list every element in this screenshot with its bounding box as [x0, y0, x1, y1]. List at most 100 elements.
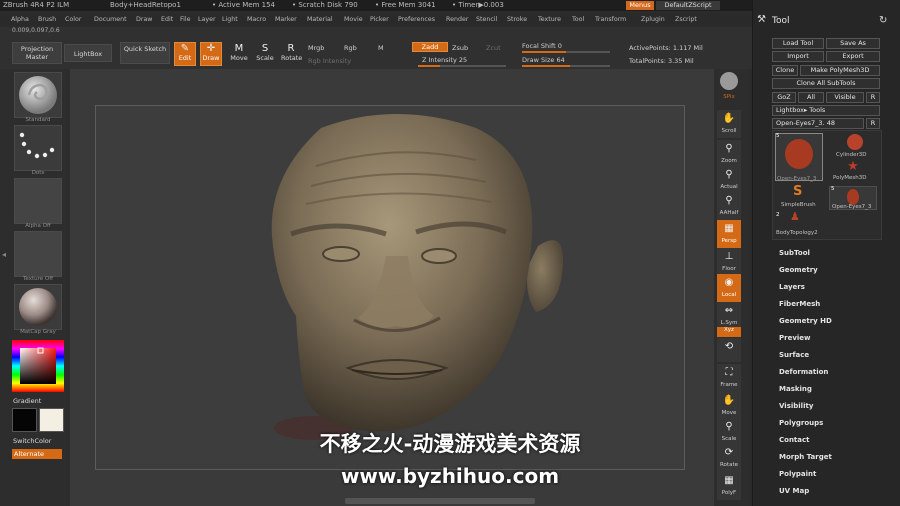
menu-macro[interactable]: Macro [247, 14, 266, 25]
all-button[interactable]: All [798, 92, 824, 103]
save-as-button[interactable]: Save As [826, 38, 880, 49]
default-zscript-button[interactable]: DefaultZScript [656, 1, 720, 10]
draw-size-slider[interactable]: Draw Size 64 [522, 56, 565, 64]
geometry-menu[interactable]: Geometry [779, 266, 818, 274]
menu-color[interactable]: Color [65, 14, 81, 25]
gradient-toggle[interactable]: Gradient [13, 397, 41, 405]
menu-texture[interactable]: Texture [538, 14, 561, 25]
draw-button[interactable]: ✛ Draw [200, 42, 222, 66]
menu-edit[interactable]: Edit [161, 14, 173, 25]
move-button[interactable]: M Move [228, 42, 250, 66]
collapse-left-arrow-icon[interactable]: ◂ [2, 250, 6, 259]
polymesh-star-icon[interactable]: ★ [843, 159, 863, 175]
current-tool-slider[interactable]: Open-Eyes7_3. 48 [772, 118, 864, 129]
preview-menu[interactable]: Preview [779, 334, 811, 342]
frame-button[interactable]: ⛶ Frame [717, 364, 741, 392]
zsub-button[interactable]: Zsub [452, 44, 468, 52]
zcut-button[interactable]: Zcut [486, 44, 501, 52]
horizontal-scrollbar[interactable] [345, 498, 535, 504]
rotate-button[interactable]: R Rotate [280, 42, 302, 66]
layers-menu[interactable]: Layers [779, 283, 805, 291]
menu-file[interactable]: File [180, 14, 191, 25]
visible-button[interactable]: Visible [826, 92, 864, 103]
masking-menu[interactable]: Masking [779, 385, 812, 393]
m-button[interactable]: M [378, 44, 384, 52]
spix-control[interactable]: SPix [717, 70, 741, 110]
menu-document[interactable]: Document [94, 14, 127, 25]
xyz-button[interactable]: Xyz [717, 327, 741, 337]
uv-map-menu[interactable]: UV Map [779, 487, 809, 495]
tool-thumb-open-eyes[interactable] [775, 133, 823, 181]
tool-thumb-cylinder3d[interactable] [840, 133, 870, 153]
lsym-button[interactable]: ⇔ L.Sym [717, 302, 741, 330]
bodytopology-figure-icon[interactable]: ♟ [790, 210, 800, 223]
menu-alpha[interactable]: Alpha [11, 14, 29, 25]
palette-refresh-icon[interactable]: ↻ [879, 15, 887, 26]
subtool-menu[interactable]: SubTool [779, 249, 810, 257]
current-tool-r-button[interactable]: R [866, 118, 880, 129]
import-button[interactable]: Import [772, 51, 824, 62]
focal-shift-track[interactable] [522, 51, 610, 53]
texture-selector[interactable] [14, 231, 62, 277]
local-button[interactable]: ◉ Local [717, 274, 741, 302]
scale-button[interactable]: S Scale [254, 42, 276, 66]
actual-button[interactable]: ⚲ Actual [717, 166, 741, 194]
menu-zplugin[interactable]: Zplugin [641, 14, 665, 25]
scroll-button[interactable]: ✋ Scroll [717, 110, 741, 138]
aahalf-button[interactable]: ⚲ AAHalf [717, 192, 741, 220]
focal-shift-slider[interactable]: Focal Shift 0 [522, 42, 562, 50]
fibermesh-menu[interactable]: FiberMesh [779, 300, 820, 308]
menu-movie[interactable]: Movie [344, 14, 363, 25]
deformation-menu[interactable]: Deformation [779, 368, 828, 376]
clone-all-subtools-button[interactable]: Clone All SubTools [772, 78, 880, 89]
geometry-hd-menu[interactable]: Geometry HD [779, 317, 832, 325]
menus-button[interactable]: Menus [626, 1, 654, 10]
export-button[interactable]: Export [826, 51, 880, 62]
menu-tool[interactable]: Tool [572, 14, 584, 25]
menu-light[interactable]: Light [222, 14, 238, 25]
menu-preferences[interactable]: Preferences [398, 14, 435, 25]
menu-picker[interactable]: Picker [370, 14, 389, 25]
projection-master-button[interactable]: Projection Master [12, 42, 62, 64]
surface-menu[interactable]: Surface [779, 351, 809, 359]
mrgb-button[interactable]: Mrgb [308, 44, 324, 52]
menu-material[interactable]: Material [307, 14, 333, 25]
menu-marker[interactable]: Marker [275, 14, 297, 25]
alpha-selector[interactable] [14, 178, 62, 224]
menu-layer[interactable]: Layer [198, 14, 216, 25]
menu-stroke[interactable]: Stroke [507, 14, 527, 25]
color-picker[interactable] [12, 340, 64, 392]
goz-button[interactable]: GoZ [772, 92, 796, 103]
floor-button[interactable]: ⊥ Floor [717, 248, 741, 276]
brush-selector[interactable] [14, 72, 62, 118]
menu-transform[interactable]: Transform [595, 14, 626, 25]
make-polymesh3d-button[interactable]: Make PolyMesh3D [800, 65, 880, 76]
zoom-button[interactable]: ⚲ Zoom [717, 140, 741, 168]
lightbox-tools-button[interactable]: Lightbox▸ Tools [772, 105, 880, 116]
document-viewport[interactable] [95, 105, 685, 470]
lightbox-button[interactable]: LightBox [64, 44, 112, 62]
menu-zscript[interactable]: Zscript [675, 14, 697, 25]
visibility-menu[interactable]: Visibility [779, 402, 813, 410]
edit-button[interactable]: ✎ Edit [174, 42, 196, 66]
load-tool-button[interactable]: Load Tool [772, 38, 824, 49]
clone-button[interactable]: Clone [772, 65, 798, 76]
rgb-intensity-slider[interactable]: Rgb Intensity [308, 57, 351, 65]
rgb-button[interactable]: Rgb [344, 44, 357, 52]
zadd-button[interactable]: Zadd [412, 42, 448, 52]
menu-stencil[interactable]: Stencil [476, 14, 497, 25]
r-button[interactable]: R [866, 92, 880, 103]
stroke-selector[interactable] [14, 125, 62, 171]
rotation-axis-buttons[interactable]: ⟲ [717, 338, 741, 362]
simplebrush-icon[interactable]: S [793, 184, 802, 199]
move-view-button[interactable]: ✋ Move [717, 392, 741, 420]
polygroups-menu[interactable]: Polygroups [779, 419, 823, 427]
menu-brush[interactable]: Brush [38, 14, 56, 25]
menu-draw[interactable]: Draw [136, 14, 152, 25]
menu-render[interactable]: Render [446, 14, 468, 25]
draw-size-track[interactable] [522, 65, 610, 67]
persp-button[interactable]: ▦ Persp [717, 220, 741, 248]
quick-sketch-button[interactable]: Quick Sketch [120, 42, 170, 64]
z-intensity-track[interactable] [418, 65, 506, 67]
z-intensity-slider[interactable]: Z Intensity 25 [422, 56, 467, 64]
